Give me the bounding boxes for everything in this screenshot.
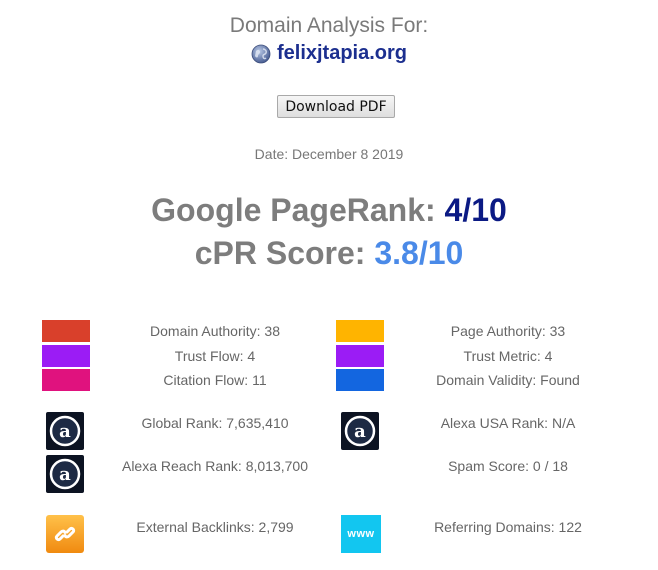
citation-flow-swatch <box>42 369 90 391</box>
page-authority-metric: Page Authority: 33 <box>450 323 566 339</box>
download-pdf-button[interactable]: Download PDF <box>277 95 395 118</box>
svg-text:a: a <box>59 464 71 485</box>
www-icon: www <box>341 515 381 553</box>
domain-link[interactable]: felixjtapia.org <box>277 42 407 65</box>
spam-score-metric: Spam Score: 0 / 18 <box>448 458 568 474</box>
globe-icon <box>251 44 271 64</box>
alexa-icon: a <box>46 412 84 450</box>
alexa-reach-rank-metric: Alexa Reach Rank: 8,013,700 <box>121 458 308 474</box>
report-date: Date: December 8 2019 <box>254 146 404 162</box>
domain-validity-metric: Domain Validity: Found <box>436 372 580 388</box>
page-title: Domain Analysis For: <box>229 14 429 37</box>
pagerank-value: 4/10 <box>444 192 507 228</box>
cpr-line: cPR Score: 3.8/10 <box>0 235 658 272</box>
citation-flow-metric: Citation Flow: 11 <box>163 372 267 388</box>
pagerank-label: Google PageRank: <box>151 192 436 228</box>
trust-metric-metric: Trust Metric: 4 <box>463 348 553 364</box>
page-authority-swatch <box>336 320 384 342</box>
domain-authority-metric: Domain Authority: 38 <box>150 323 280 339</box>
alexa-icon: a <box>341 412 379 450</box>
referring-domains-metric: Referring Domains: 122 <box>434 519 582 535</box>
pagerank-line: Google PageRank: 4/10 <box>0 192 658 229</box>
cpr-label: cPR Score: <box>194 235 366 271</box>
domain-authority-swatch <box>42 320 90 342</box>
svg-text:a: a <box>354 421 366 442</box>
alexa-icon: a <box>46 455 84 493</box>
global-rank-metric: Global Rank: 7,635,410 <box>141 415 289 431</box>
link-icon <box>46 515 84 553</box>
domain-heading: felixjtapia.org <box>0 42 658 65</box>
domain-validity-swatch <box>336 369 384 391</box>
external-backlinks-metric: External Backlinks: 2,799 <box>136 519 294 535</box>
alexa-usa-rank-metric: Alexa USA Rank: N/A <box>440 415 576 431</box>
svg-text:a: a <box>59 421 71 442</box>
cpr-value: 3.8/10 <box>374 235 464 271</box>
trust-metric-swatch <box>336 345 384 367</box>
trust-flow-metric: Trust Flow: 4 <box>174 348 256 364</box>
trust-flow-swatch <box>42 345 90 367</box>
